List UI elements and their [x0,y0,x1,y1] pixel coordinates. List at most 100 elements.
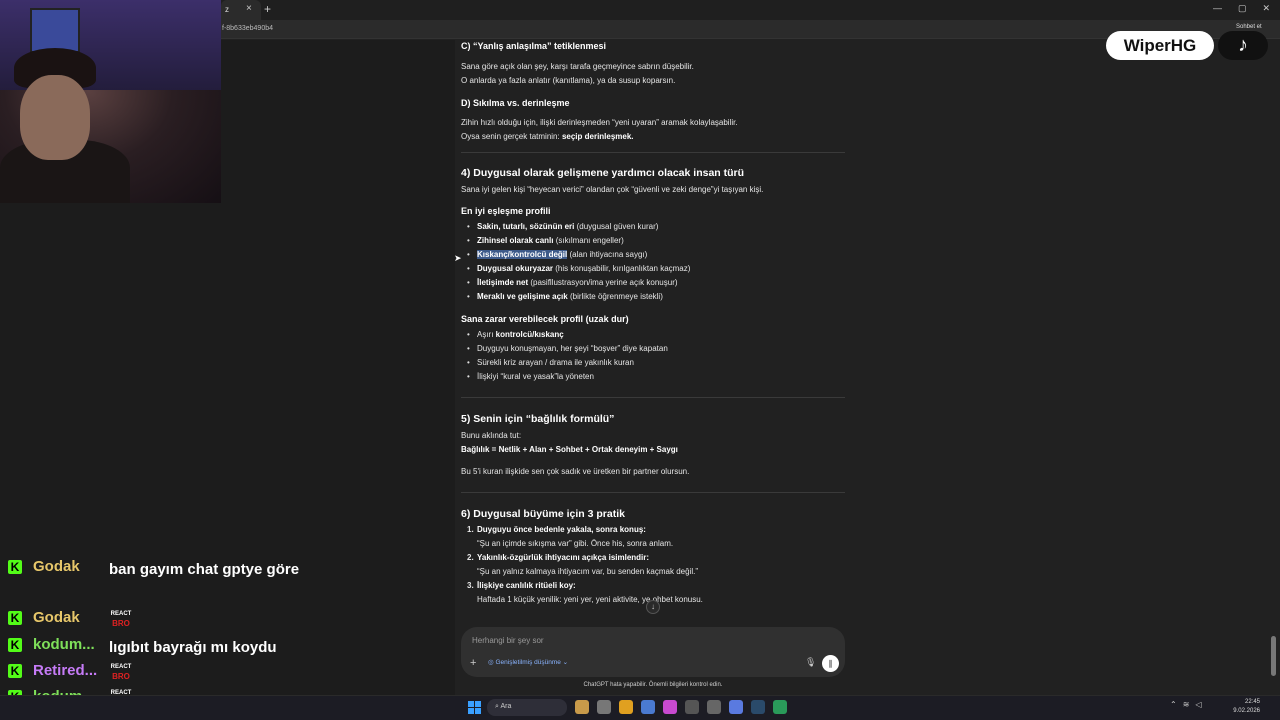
list-item: Sürekli kriz arayan / drama ile yakınlık… [467,356,845,370]
list-item: Aşırı kontrolcü/kıskanç [467,328,845,342]
bad-profile-list: Aşırı kontrolcü/kıskanç Duyguyu konuşmay… [461,328,845,384]
disclaimer: ChatGPT hata yapabilir. Önemli bilgileri… [583,682,723,688]
item-number: 3. [467,581,474,590]
section-6-heading: 6) Duygusal büyüme için 3 pratik [461,508,625,520]
clock[interactable]: 22:45 9.02.2026 [1230,698,1260,716]
emote-bottom: BRO [112,619,130,628]
edge-icon[interactable] [773,700,787,714]
streamer-watermark: WiperHG [1106,31,1214,60]
paragraph: Oysa senin gerçek tatminin: seçip derinl… [461,130,845,144]
paragraph: Sana iyi gelen kişi “heyecan verici” ola… [461,185,764,194]
divider [461,492,845,493]
list-item: İlişkiyi “kural ve yasak”la yöneten [467,370,845,384]
chat-username: Godak [33,558,80,575]
tab-close-icon[interactable]: × [246,3,252,14]
emote-top: REACT [110,611,132,617]
divider [461,152,845,153]
taskbar-search[interactable]: ⌕ Ara [487,699,567,716]
system-tray: ⌃ ≋ ◁ [1170,700,1202,709]
wifi-icon[interactable]: ≋ [1183,700,1190,709]
kick-icon: K [8,664,22,678]
clock-time: 22:45 [1244,699,1260,705]
url-text[interactable]: f-8b633eb490b4 [222,25,273,32]
chevron-up-icon[interactable]: ⌃ [1170,700,1177,709]
new-tab-button[interactable]: + [264,2,271,16]
item-text: (sıkılmanı engeller) [553,236,624,245]
chat-text: lıgıbıt bayrağı mı koydu [109,639,277,656]
item-body: “Şu an içimde sıkışma var” gibi. Önce hi… [477,539,674,548]
emote-bottom: BRO [112,672,130,681]
react-bro-emote: REACT BRO [110,663,132,683]
bold-span: seçip derinleşmek. [561,132,634,141]
item-text: (alan ihtiyacına saygı) [567,250,648,259]
section-4-heading: 4) Duygusal olarak gelişmene yardımcı ol… [461,167,745,179]
file-explorer-icon[interactable] [619,700,633,714]
best-profile-list: Sakin, tutarlı, sözünün eri (duygusal gü… [461,220,845,304]
share-button[interactable]: Sohbet et [1236,24,1262,30]
scroll-down-button[interactable]: ↓ [646,600,660,614]
list-item: Zihinsel olarak canlı (sıkılmanı engelle… [467,234,845,248]
steam-icon[interactable] [751,700,765,714]
item-body: “Şu an yalnız kalmaya ihtiyacım var, bu … [477,567,698,576]
section-c-heading: C) “Yanlış anlaşılma” tetiklenmesi [461,41,607,51]
chat-message: K Godak ban gayım chat gptye göre [0,556,330,582]
maximize-icon[interactable]: ▢ [1238,3,1247,14]
app-icon[interactable] [663,700,677,714]
item-text: Aşırı [477,330,496,339]
item-text: (his konuşabilir, kırılganlıktan kaçmaz) [553,264,691,273]
task-view-icon[interactable] [597,700,611,714]
tiktok-icon: ♪ [1218,31,1268,60]
list-item: 1. Duyguyu önce bedenle yakala, sonra kon… [467,523,845,551]
chat-message: K Godak REACT BRO [0,607,330,633]
scrollbar[interactable] [1271,636,1276,676]
bad-profile-heading: Sana zarar verebilecek profil (uzak dur) [461,314,629,324]
close-window-icon[interactable]: ✕ [1262,3,1270,14]
streamer-face [20,75,90,160]
paragraph: Sana göre açık olan şey, karşı tarafa ge… [461,62,694,71]
item-bold: İletişimde net [477,278,529,287]
item-number: 2. [467,553,474,562]
voice-mode-button[interactable]: ∥ [822,655,839,672]
best-profile-heading: En iyi eşleşme profili [461,206,551,216]
item-bold: Meraklı ve gelişime açık [477,292,568,301]
discord-icon[interactable] [729,700,743,714]
minimize-icon[interactable]: — [1213,3,1222,14]
item-title: Yakınlık-özgürlük ihtiyacını açıkça isim… [477,553,650,562]
list-item: 2. Yakınlık-özgürlük ihtiyacını açıkça is… [467,551,845,579]
windows-start-icon[interactable] [468,701,481,714]
mouse-cursor-icon: ➤ [454,253,462,263]
taskbar-apps [575,700,787,714]
extended-thinking-button[interactable]: ◎ Genişletilmiş düşünme ⌄ [488,658,568,666]
item-text: Sürekli kriz arayan / drama ile yakınlık… [477,358,634,367]
item-number: 1. [467,525,474,534]
plus-icon[interactable]: + [470,657,476,669]
emote-top: REACT [110,664,132,670]
item-title: İlişkiye canlılık ritüeli koy: [477,581,576,590]
formula-text: Bağlılık = Netlik + Alan + Sohbet + Orta… [461,445,678,454]
assistant-response: C) “Yanlış anlaşılma” tetiklenmesi Sana … [461,38,845,607]
window-controls: — ▢ ✕ [1213,3,1270,14]
chat-username: Godak [33,609,80,626]
app-icon[interactable] [685,700,699,714]
browser-tab[interactable]: z [221,0,261,20]
composer-placeholder[interactable]: Herhangi bir şey sor [472,636,544,645]
item-bold: kontrolcü/kıskanç [495,330,564,339]
store-icon[interactable] [641,700,655,714]
kick-icon: K [8,560,22,574]
paragraph: Zihin hızlı olduğu için, ilişki derinleş… [461,118,738,127]
microphone-icon[interactable]: 🎙 [805,657,816,668]
divider [461,397,845,398]
react-bro-emote: REACT BRO [110,610,132,630]
widgets-icon[interactable] [575,700,589,714]
message-composer[interactable] [461,627,845,677]
paragraph: O anlarda ya fazla anlatır (kanıtlama), … [461,76,676,85]
practice-list: 1. Duyguyu önce bedenle yakala, sonra kon… [461,523,845,607]
list-item: Meraklı ve gelişime açık (birlikte öğren… [467,290,845,304]
paragraph: Bu 5'i kuran ilişkide sen çok sadık ve ü… [461,467,690,476]
volume-icon[interactable]: ◁ [1195,700,1201,709]
app-icon[interactable] [707,700,721,714]
chat-message: K kodum... lıgıbıt bayrağı mı koydu [0,634,330,660]
item-title: Duyguyu önce bedenle yakala, sonra konuş… [477,525,646,534]
list-item: Duygusal okuryazar (his konuşabilir, kır… [467,262,845,276]
kick-icon: K [8,611,22,625]
